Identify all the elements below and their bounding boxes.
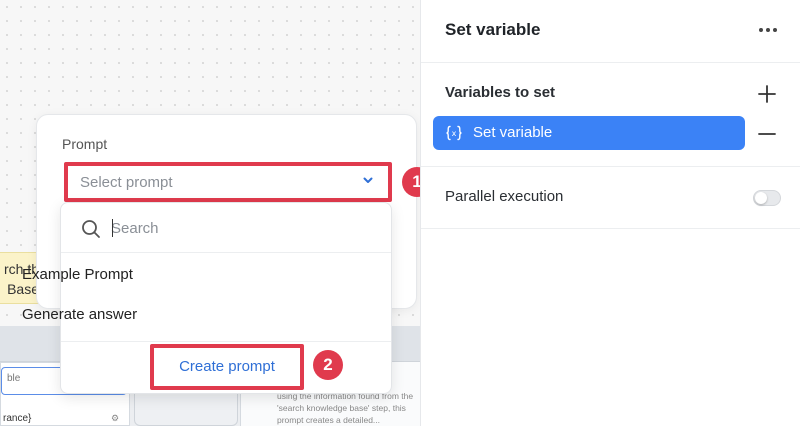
- prompt-label: Prompt: [62, 136, 108, 152]
- canvas-card-variable: rance}: [3, 413, 32, 424]
- prompt-option-generate-answer[interactable]: Generate answer: [22, 306, 137, 323]
- prompt-select-placeholder: Select prompt: [80, 174, 173, 191]
- panel-title: Set variable: [445, 20, 541, 39]
- plus-icon[interactable]: [757, 84, 777, 104]
- step-badge-2: 2: [313, 350, 343, 380]
- toggle-knob: [755, 192, 767, 204]
- chevron-down-icon: [363, 177, 373, 183]
- parallel-execution-label: Parallel execution: [445, 188, 564, 205]
- more-icon[interactable]: [757, 20, 779, 40]
- dropdown-search-row: [61, 203, 391, 253]
- search-icon: [82, 220, 100, 238]
- text-caret: [112, 219, 113, 237]
- divider: [421, 166, 800, 167]
- variables-heading: Variables to set: [445, 84, 556, 101]
- prompt-search-input[interactable]: [111, 216, 371, 240]
- divider: [421, 62, 800, 63]
- variable-icon: x: [446, 125, 462, 141]
- divider: [421, 228, 800, 229]
- variable-item-label: Set variable: [473, 124, 553, 141]
- canvas-card-text: ble: [7, 373, 21, 384]
- prompt-option-example[interactable]: Example Prompt: [22, 266, 133, 283]
- create-prompt-button[interactable]: Create prompt: [150, 344, 304, 390]
- variable-item[interactable]: x Set variable: [433, 116, 745, 150]
- set-variable-panel: Set variable Variables to set x Set vari…: [420, 0, 800, 426]
- parallel-execution-toggle[interactable]: [753, 190, 781, 206]
- minus-icon[interactable]: [757, 124, 777, 144]
- prompt-select[interactable]: Select prompt: [64, 162, 392, 202]
- svg-text:x: x: [452, 129, 457, 138]
- canvas-node-desc-text: using the information found from the 'se…: [277, 391, 414, 425]
- gear-icon[interactable]: ⚙: [111, 413, 119, 424]
